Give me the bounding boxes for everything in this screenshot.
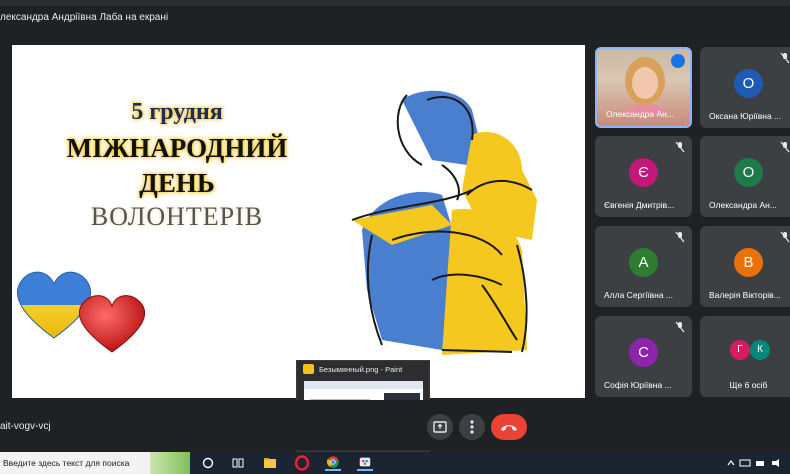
more-participants-label: Ще 6 осіб <box>729 380 768 390</box>
presenting-title: лександра Андріївна Лаба на екрані <box>0 12 169 23</box>
speaking-indicator-icon <box>671 54 685 68</box>
participant-tile[interactable]: О Олександра Ан... <box>700 136 790 217</box>
participant-tile[interactable]: В Валерія Вікторів... <box>700 226 790 307</box>
participant-name: Оксана Юріївна ... <box>709 111 782 121</box>
search-placeholder: Введите здесь текст для поиска <box>3 458 130 468</box>
avatar: К <box>750 340 770 360</box>
browser-strip <box>0 0 790 6</box>
present-screen-button[interactable] <box>427 414 453 440</box>
participant-name: Алла Сергіївна ... <box>604 290 674 300</box>
meeting-control-bar: ait-vogv-vcj <box>0 400 790 450</box>
avatar: О <box>734 158 763 187</box>
hang-up-icon <box>501 425 517 431</box>
task-view-icon[interactable] <box>230 455 246 471</box>
participant-name: Валерія Вікторів... <box>709 290 781 300</box>
search-banner-image <box>150 452 190 474</box>
participant-name: Олександра Ан... <box>709 200 777 210</box>
file-explorer-icon[interactable] <box>262 455 278 471</box>
participant-tile[interactable]: О Оксана Юріївна ... <box>700 47 790 128</box>
mic-off-icon <box>780 141 790 153</box>
taskbar-search-box[interactable]: Введите здесь текст для поиска <box>0 452 190 474</box>
mic-off-icon <box>780 52 790 64</box>
hug-illustration <box>351 90 537 355</box>
mic-off-icon <box>675 231 685 243</box>
participant-name: Євгенія Дмитрів... <box>604 200 675 210</box>
mic-off-icon <box>675 141 685 153</box>
avatar: Є <box>629 158 658 187</box>
meeting-code: ait-vogv-vcj <box>0 421 51 432</box>
participant-tile[interactable]: С Софія Юріївна ... <box>595 316 692 397</box>
slide-line-volunteers: ВОЛОНТЕРІВ <box>90 202 264 231</box>
present-icon <box>433 421 447 433</box>
paint-window-title: Безымянный.png - Paint <box>319 365 403 374</box>
participant-tile[interactable]: А Алла Сергіївна ... <box>595 226 692 307</box>
presentation-slide: 5 грудня МІЖНАРОДНИЙ ДЕНЬ ВОЛОНТЕРІВ <box>12 45 585 398</box>
more-options-button[interactable] <box>459 414 485 440</box>
mic-off-icon <box>780 231 790 243</box>
top-bar: лександра Андріївна Лаба на екрані <box>0 0 790 40</box>
leave-call-button[interactable] <box>491 414 527 440</box>
more-participants-tile[interactable]: Г К Ще 6 осіб <box>700 316 790 397</box>
slide-line-day: ДЕНЬ <box>139 168 215 198</box>
mic-off-icon <box>675 321 685 333</box>
slide-date: 5 грудня <box>131 99 223 125</box>
participant-tile[interactable]: Є Євгенія Дмитрів... <box>595 136 692 217</box>
windows-taskbar: Введите здесь текст для поиска <box>0 452 790 474</box>
avatar: В <box>734 248 763 277</box>
participant-grid: Олександра Ан... О Оксана Юріївна ... Є … <box>595 45 790 398</box>
participant-face <box>622 57 668 115</box>
paint-icon <box>303 364 314 374</box>
slide-line-international: МІЖНАРОДНИЙ <box>66 133 288 163</box>
participant-name: Софія Юріївна ... <box>604 380 672 390</box>
tray-icons <box>727 459 779 467</box>
system-tray[interactable] <box>726 458 786 470</box>
chrome-icon[interactable] <box>325 455 341 471</box>
hearts-illustration <box>17 271 146 353</box>
avatar: С <box>629 338 658 367</box>
participant-name: Олександра Ан... <box>606 109 674 119</box>
opera-icon[interactable] <box>294 455 310 471</box>
overflow-avatars: Г К <box>730 340 772 362</box>
paint-app-icon[interactable] <box>357 455 373 471</box>
avatar: О <box>734 69 763 98</box>
task-view-circle-icon[interactable] <box>200 455 216 471</box>
more-vert-icon <box>470 420 474 434</box>
participant-tile-video[interactable]: Олександра Ан... <box>595 47 692 128</box>
avatar: А <box>629 248 658 277</box>
avatar: Г <box>730 340 750 360</box>
